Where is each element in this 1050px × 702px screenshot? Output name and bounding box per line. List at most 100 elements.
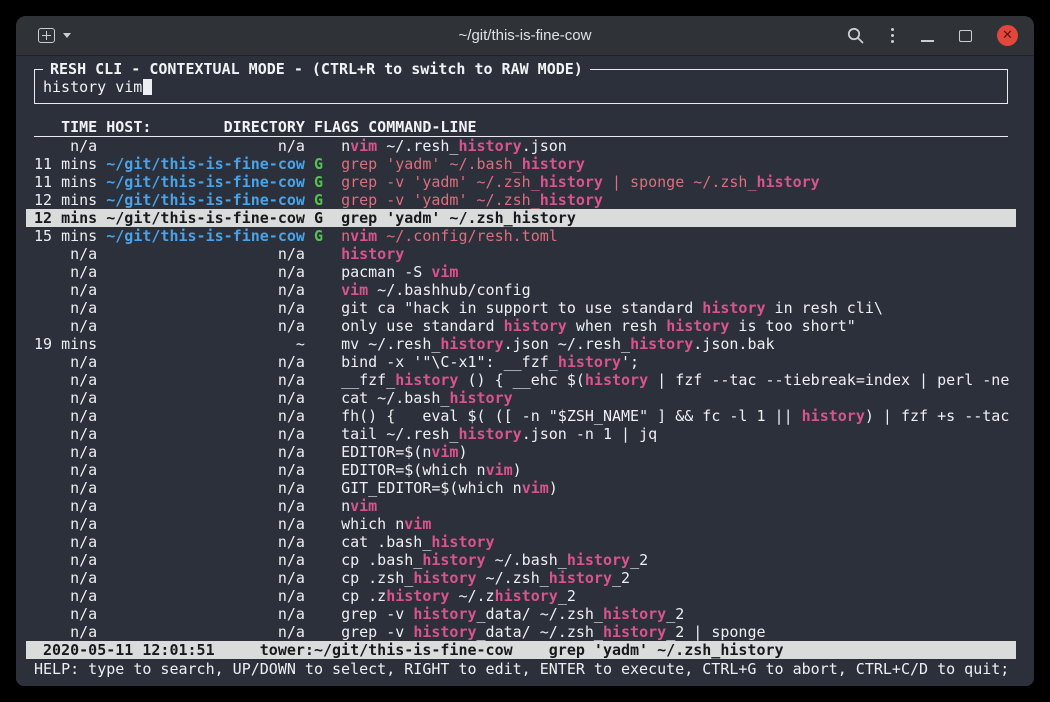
command-cell: GIT_EDITOR=$(which nvim) bbox=[341, 479, 558, 497]
history-row[interactable]: 12 mins ~/git/this-is-fine-cow G grep 'y… bbox=[26, 209, 1016, 227]
flags-cell bbox=[314, 461, 341, 479]
history-row[interactable]: n/a n/a EDITOR=$(nvim) bbox=[34, 443, 1008, 461]
history-row[interactable]: n/a n/a bind -x '"\C-x1": __fzf_history'… bbox=[34, 353, 1008, 371]
history-row[interactable]: n/a n/a vim ~/.bashhub/config bbox=[34, 281, 1008, 299]
time-cell: n/a bbox=[34, 551, 106, 569]
command-cell: EDITOR=$(which nvim) bbox=[341, 461, 522, 479]
time-cell: 11 mins bbox=[34, 173, 106, 191]
time-cell: 11 mins bbox=[34, 155, 106, 173]
search-input[interactable]: history vim bbox=[43, 78, 999, 96]
command-cell: nvim ~/.resh_history.json bbox=[341, 137, 567, 155]
history-row[interactable]: n/a n/a cp .zsh_history ~/.zsh_history_2 bbox=[34, 569, 1008, 587]
command-cell: EDITOR=$(nvim) bbox=[341, 443, 467, 461]
restore-button[interactable] bbox=[959, 30, 972, 42]
command-cell: bind -x '"\C-x1": __fzf_history'; bbox=[341, 353, 639, 371]
command-cell: vim ~/.bashhub/config bbox=[341, 281, 531, 299]
command-cell: fh() { eval $( ([ -n "$ZSH_NAME" ] && fc… bbox=[341, 407, 1009, 425]
host-directory-cell: n/a bbox=[106, 299, 314, 317]
flags-cell bbox=[314, 389, 341, 407]
time-cell: n/a bbox=[34, 623, 106, 641]
command-cell: cp .zsh_history ~/.zsh_history_2 bbox=[341, 569, 630, 587]
host-directory-cell: ~/git/this-is-fine-cow bbox=[106, 155, 314, 173]
time-cell: n/a bbox=[34, 137, 106, 155]
command-cell: which nvim bbox=[341, 515, 431, 533]
time-cell: n/a bbox=[34, 245, 106, 263]
titlebar[interactable]: ~/git/this-is-fine-cow bbox=[16, 16, 1034, 56]
host-directory-cell: n/a bbox=[106, 407, 314, 425]
flags-cell bbox=[314, 335, 341, 353]
new-tab-button[interactable] bbox=[38, 28, 55, 43]
command-cell: cp .zhistory ~/.zhistory_2 bbox=[341, 587, 576, 605]
host-directory-cell: n/a bbox=[106, 569, 314, 587]
history-row[interactable]: 11 mins ~/git/this-is-fine-cow G grep 'y… bbox=[34, 155, 1008, 173]
flags-cell bbox=[314, 605, 341, 623]
time-cell: n/a bbox=[34, 425, 106, 443]
history-row[interactable]: n/a n/a only use standard history when r… bbox=[34, 317, 1008, 335]
flags-cell bbox=[314, 317, 341, 335]
menu-button[interactable] bbox=[889, 26, 897, 46]
search-button[interactable] bbox=[847, 27, 864, 44]
history-row[interactable]: 15 mins ~/git/this-is-fine-cow G nvim ~/… bbox=[34, 227, 1008, 245]
history-row[interactable]: n/a n/a grep -v history_data/ ~/.zsh_his… bbox=[34, 623, 1008, 641]
history-row[interactable]: n/a n/a cat ~/.bash_history bbox=[34, 389, 1008, 407]
history-row[interactable]: n/a n/a git ca "hack in support to use s… bbox=[34, 299, 1008, 317]
host-directory-cell: n/a bbox=[106, 353, 314, 371]
desktop-background: ~/git/this-is-fine-cow bbox=[0, 0, 1050, 702]
history-row[interactable]: n/a n/a cp .zhistory ~/.zhistory_2 bbox=[34, 587, 1008, 605]
host-directory-cell: n/a bbox=[106, 605, 314, 623]
flags-cell bbox=[314, 551, 341, 569]
host-directory-cell: n/a bbox=[106, 371, 314, 389]
history-row[interactable]: n/a n/a cp .bash_history ~/.bash_history… bbox=[34, 551, 1008, 569]
time-cell: n/a bbox=[34, 479, 106, 497]
flags-cell bbox=[314, 425, 341, 443]
history-row[interactable]: n/a n/a fh() { eval $( ([ -n "$ZSH_NAME"… bbox=[34, 407, 1008, 425]
history-row[interactable]: n/a n/a history bbox=[34, 245, 1008, 263]
time-cell: n/a bbox=[34, 281, 106, 299]
flags-cell bbox=[314, 407, 341, 425]
command-cell: grep 'yadm' ~/.zsh_history bbox=[341, 209, 576, 227]
history-row[interactable]: n/a n/a nvim ~/.resh_history.json bbox=[34, 137, 1008, 155]
flags-cell: G bbox=[314, 209, 341, 227]
host-directory-cell: n/a bbox=[106, 245, 314, 263]
command-cell: grep -v 'yadm' ~/.zsh_history bbox=[341, 191, 603, 209]
history-row[interactable]: n/a n/a grep -v history_data/ ~/.zsh_his… bbox=[34, 605, 1008, 623]
host-directory-cell: ~ bbox=[106, 335, 314, 353]
time-cell: 12 mins bbox=[34, 191, 106, 209]
host-directory-cell: n/a bbox=[106, 623, 314, 641]
flags-cell: G bbox=[314, 191, 341, 209]
history-row[interactable]: 12 mins ~/git/this-is-fine-cow G grep -v… bbox=[34, 191, 1008, 209]
command-cell: cat ~/.bash_history bbox=[341, 389, 513, 407]
host-directory-cell: n/a bbox=[106, 317, 314, 335]
history-row[interactable]: n/a n/a __fzf_history () { __ehc $(histo… bbox=[34, 371, 1008, 389]
host-directory-cell: n/a bbox=[106, 389, 314, 407]
history-row[interactable]: n/a n/a GIT_EDITOR=$(which nvim) bbox=[34, 479, 1008, 497]
titlebar-right-controls: ✕ bbox=[847, 25, 1019, 46]
host-directory-cell: n/a bbox=[106, 425, 314, 443]
command-cell: grep 'yadm' ~/.bash_history bbox=[341, 155, 585, 173]
flags-cell bbox=[314, 245, 341, 263]
history-row[interactable]: n/a n/a EDITOR=$(which nvim) bbox=[34, 461, 1008, 479]
flags-cell bbox=[314, 263, 341, 281]
history-row[interactable]: n/a n/a nvim bbox=[34, 497, 1008, 515]
history-row[interactable]: n/a n/a which nvim bbox=[34, 515, 1008, 533]
history-row[interactable]: n/a n/a pacman -S vim bbox=[34, 263, 1008, 281]
minimize-button[interactable] bbox=[921, 27, 934, 45]
close-button[interactable]: ✕ bbox=[997, 25, 1018, 46]
search-query-text: history vim bbox=[43, 78, 142, 96]
command-cell: grep -v history_data/ ~/.zsh_history_2 |… bbox=[341, 623, 765, 641]
host-directory-cell: n/a bbox=[106, 533, 314, 551]
history-row[interactable]: n/a n/a tail ~/.resh_history.json -n 1 |… bbox=[34, 425, 1008, 443]
terminal[interactable]: RESH CLI - CONTEXTUAL MODE - (CTRL+R to … bbox=[16, 56, 1034, 686]
command-cell: __fzf_history () { __ehc $(history | fzf… bbox=[341, 371, 1009, 389]
chevron-down-icon[interactable] bbox=[63, 33, 71, 38]
history-row[interactable]: n/a n/a cat .bash_history bbox=[34, 533, 1008, 551]
flags-cell bbox=[314, 533, 341, 551]
flags-cell bbox=[314, 371, 341, 389]
command-cell: mv ~/.resh_history.json ~/.resh_history.… bbox=[341, 335, 775, 353]
time-cell: n/a bbox=[34, 461, 106, 479]
host-directory-cell: n/a bbox=[106, 461, 314, 479]
history-row[interactable]: 19 mins ~ mv ~/.resh_history.json ~/.res… bbox=[34, 335, 1008, 353]
command-cell: pacman -S vim bbox=[341, 263, 458, 281]
titlebar-left-controls bbox=[38, 28, 71, 43]
history-row[interactable]: 11 mins ~/git/this-is-fine-cow G grep -v… bbox=[34, 173, 1008, 191]
